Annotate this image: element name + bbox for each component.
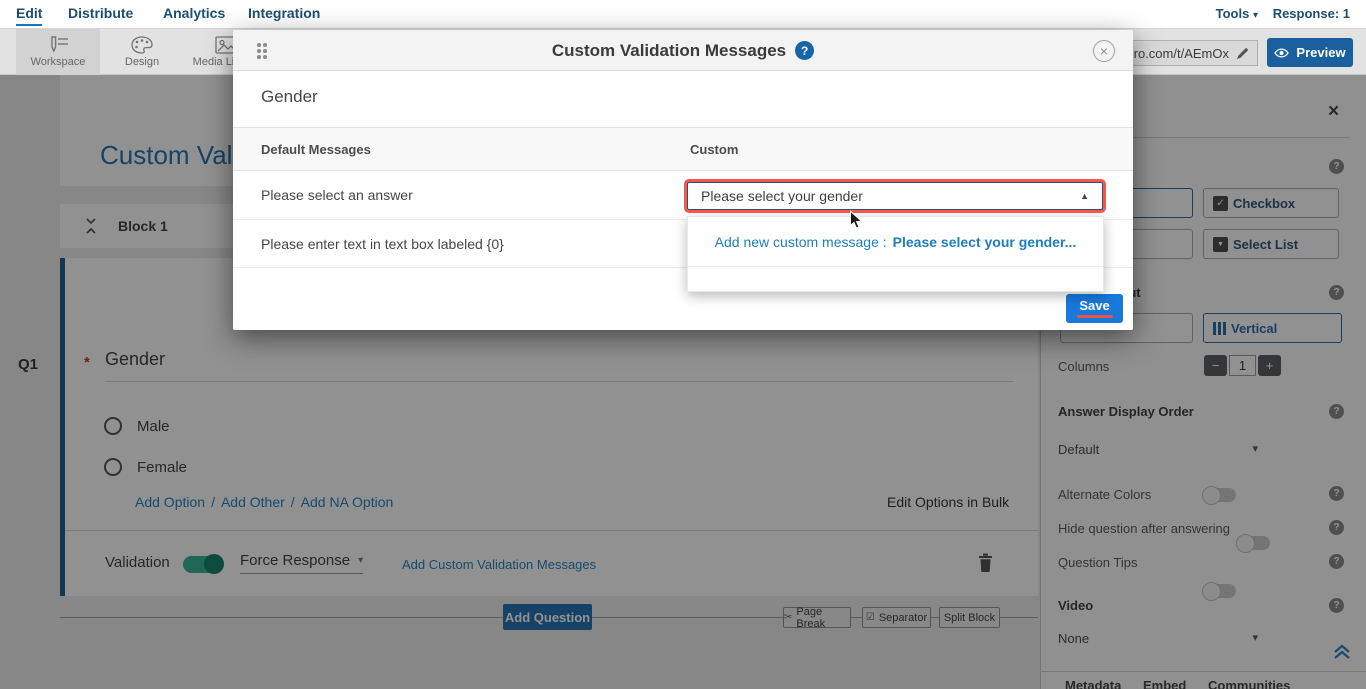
workspace-icon <box>46 36 70 54</box>
survey-url-text: ro.com/t/AEmOx <box>1134 46 1229 61</box>
chevron-down-icon: ▾ <box>1253 10 1258 21</box>
column-header-default: Default Messages <box>261 142 371 157</box>
response-count[interactable]: Response: 1 <box>1273 0 1350 28</box>
add-new-message-prefix: Add new custom message : <box>715 234 887 250</box>
add-new-custom-message-option[interactable]: Add new custom message : Please select y… <box>688 217 1103 267</box>
preview-label: Preview <box>1296 45 1345 60</box>
modal-question-title: Gender <box>261 87 318 107</box>
default-message-text: Please enter text in text box labeled {0… <box>261 236 504 252</box>
tools-label: Tools <box>1216 6 1250 21</box>
dropdown-options-panel: Add new custom message : Please select y… <box>687 216 1104 292</box>
column-header-custom: Custom <box>690 142 738 157</box>
edit-pencil-icon[interactable] <box>1236 47 1249 60</box>
tools-menu[interactable]: Tools ▾ <box>1216 0 1258 28</box>
toolbar-item-label: Design <box>125 56 159 68</box>
toolbar-item-workspace[interactable]: Workspace <box>16 29 100 75</box>
save-label: Save <box>1079 299 1109 313</box>
close-modal-icon[interactable]: × <box>1093 40 1115 62</box>
design-palette-icon <box>131 36 153 54</box>
top-nav: Edit Distribute Analytics Integration To… <box>0 0 1366 29</box>
nav-tab-edit[interactable]: Edit <box>16 0 42 26</box>
default-message-text: Please select an answer <box>261 187 413 203</box>
toolbar-item-design[interactable]: Design <box>100 29 184 75</box>
preview-button[interactable]: Preview <box>1267 38 1353 67</box>
toolbar-item-label: Workspace <box>31 56 86 68</box>
save-highlight-underline <box>1077 315 1113 318</box>
custom-validation-modal: Custom Validation Messages ? × Gender De… <box>233 30 1133 330</box>
add-new-message-value: Please select your gender... <box>893 234 1077 250</box>
save-button[interactable]: Save <box>1066 294 1123 323</box>
custom-message-dropdown-inner: Please select your gender ▲ <box>687 182 1103 210</box>
mouse-cursor <box>849 210 863 230</box>
nav-tab-analytics[interactable]: Analytics <box>163 0 225 26</box>
nav-tab-distribute[interactable]: Distribute <box>68 0 133 26</box>
modal-table-header: Default Messages Custom <box>233 127 1133 171</box>
nav-tab-integration[interactable]: Integration <box>248 0 320 26</box>
modal-header: Custom Validation Messages ? × <box>233 30 1133 71</box>
survey-builder-app: Edit Distribute Analytics Integration To… <box>0 0 1366 689</box>
help-icon[interactable]: ? <box>795 41 814 60</box>
custom-message-value: Please select your gender <box>688 188 1080 204</box>
eye-icon <box>1274 47 1289 59</box>
survey-url-field[interactable]: ro.com/t/AEmOx <box>1120 40 1258 66</box>
modal-title: Custom Validation Messages <box>552 41 786 61</box>
custom-message-dropdown[interactable]: Please select your gender ▲ <box>684 179 1106 213</box>
chevron-up-icon: ▲ <box>1080 191 1102 201</box>
